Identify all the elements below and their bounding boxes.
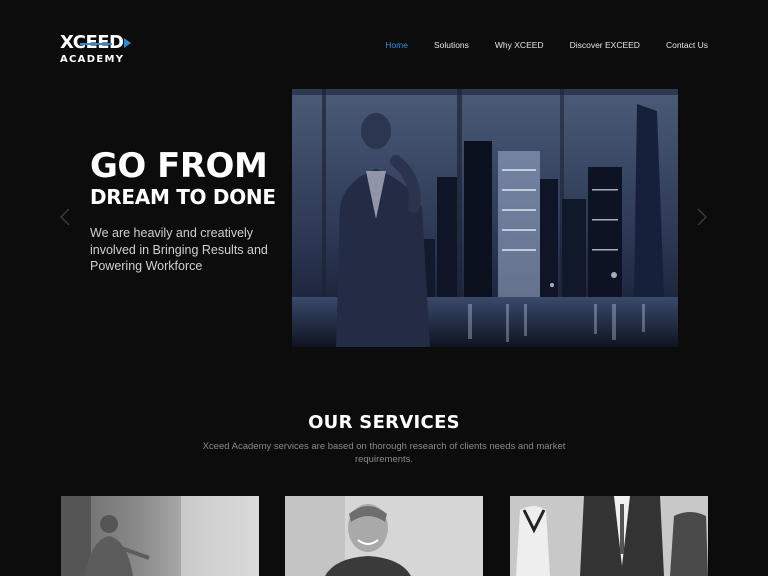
service-card-image [61,496,259,576]
nav-home[interactable]: Home [385,40,408,50]
carousel-prev-button[interactable] [60,208,70,226]
service-card-image [285,496,483,576]
service-card-image [510,496,708,576]
service-card-teams[interactable] [510,496,708,576]
service-card-coaching[interactable] [285,496,483,576]
hero-subheadline: DREAM TO DONE [90,185,276,209]
logo[interactable]: XCEED ACADEMY [60,33,132,69]
logo-accent-bar [80,43,112,45]
nav-why-xceed[interactable]: Why XCEED [495,40,544,50]
hero-description: We are heavily and creatively involved i… [90,226,268,273]
services-title: OUR SERVICES [308,412,460,433]
chevron-left-icon [60,208,70,226]
nav-contact-us[interactable]: Contact Us [666,40,708,50]
main-nav: Home Solutions Why XCEED Discover EXCEED… [359,40,708,50]
hero-text: GO FROM DREAM TO DONE We are heavily and… [90,148,290,275]
logo-arrow-icon [124,38,132,48]
hero-headline: GO FROM [90,146,268,186]
logo-subtitle: ACADEMY [60,54,125,65]
chevron-right-icon [697,208,707,226]
hero-image [292,89,678,347]
service-card-training[interactable] [61,496,259,576]
carousel-next-button[interactable] [697,208,707,226]
nav-solutions[interactable]: Solutions [434,40,469,50]
services-description: Xceed Academy services are based on thor… [202,441,566,465]
nav-discover-exceed[interactable]: Discover EXCEED [570,40,640,50]
